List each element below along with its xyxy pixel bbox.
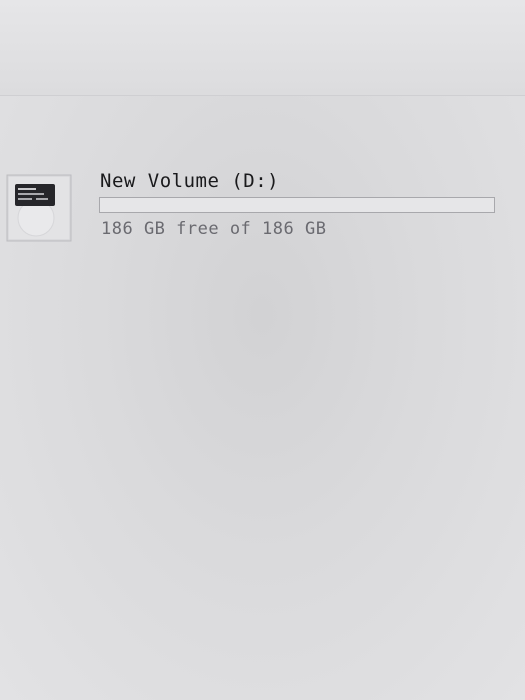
header-band: [0, 0, 525, 95]
drive-free-space: 186 GB free of 186 GB: [101, 219, 327, 239]
section-divider: [0, 95, 525, 96]
drive-tile-d[interactable]: New Volume (D:) 186 GB free of 186 GB: [0, 168, 505, 248]
hard-drive-icon: [6, 174, 72, 242]
drive-name: New Volume (D:): [100, 170, 280, 192]
storage-usage-bar: [99, 197, 495, 213]
